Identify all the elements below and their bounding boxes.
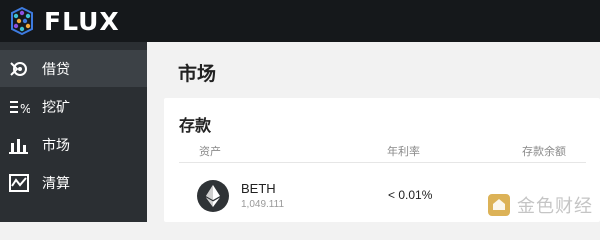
lend-icon bbox=[8, 58, 30, 80]
sidebar-item-label: 清算 bbox=[42, 174, 70, 191]
sidebar-item-label: 市场 bbox=[42, 136, 70, 153]
watermark-text: 金色财经 bbox=[517, 196, 593, 217]
ethereum-icon bbox=[197, 180, 229, 212]
sidebar-item-market[interactable]: 市场 bbox=[0, 126, 147, 163]
column-header-asset: 资产 bbox=[199, 146, 221, 158]
app-name: FLUX bbox=[44, 6, 120, 36]
column-header-apy: 年利率 bbox=[387, 146, 420, 158]
header-divider bbox=[179, 162, 586, 163]
sidebar-item-label: 借贷 bbox=[42, 60, 70, 77]
top-bar: FLUX bbox=[0, 0, 600, 42]
watermark: 金色财经 bbox=[487, 192, 593, 218]
sidebar-item-lending[interactable]: 借贷 bbox=[0, 50, 147, 87]
watermark-logo-icon bbox=[488, 194, 510, 216]
sidebar: 借贷 % 挖矿 市场 bbox=[0, 42, 147, 222]
column-header-balance: 存款余额 bbox=[522, 146, 566, 158]
asset-amount: 1,049.111 bbox=[241, 199, 285, 210]
mining-percent-icon: % bbox=[8, 96, 30, 118]
flux-logo-icon bbox=[11, 7, 33, 35]
flux-logo[interactable]: FLUX bbox=[8, 5, 120, 37]
sidebar-item-label: 挖矿 bbox=[42, 98, 70, 115]
sidebar-item-mining[interactable]: % 挖矿 bbox=[0, 88, 147, 125]
asset-name: BETH bbox=[241, 181, 276, 196]
liquidation-chart-icon bbox=[8, 172, 30, 194]
page-title: 市场 bbox=[178, 64, 217, 85]
bar-chart-icon bbox=[8, 134, 30, 156]
deposit-title: 存款 bbox=[179, 118, 212, 135]
svg-text:%: % bbox=[20, 102, 30, 116]
sidebar-item-liquidation[interactable]: 清算 bbox=[0, 164, 147, 201]
asset-apy: < 0.01% bbox=[388, 188, 433, 202]
